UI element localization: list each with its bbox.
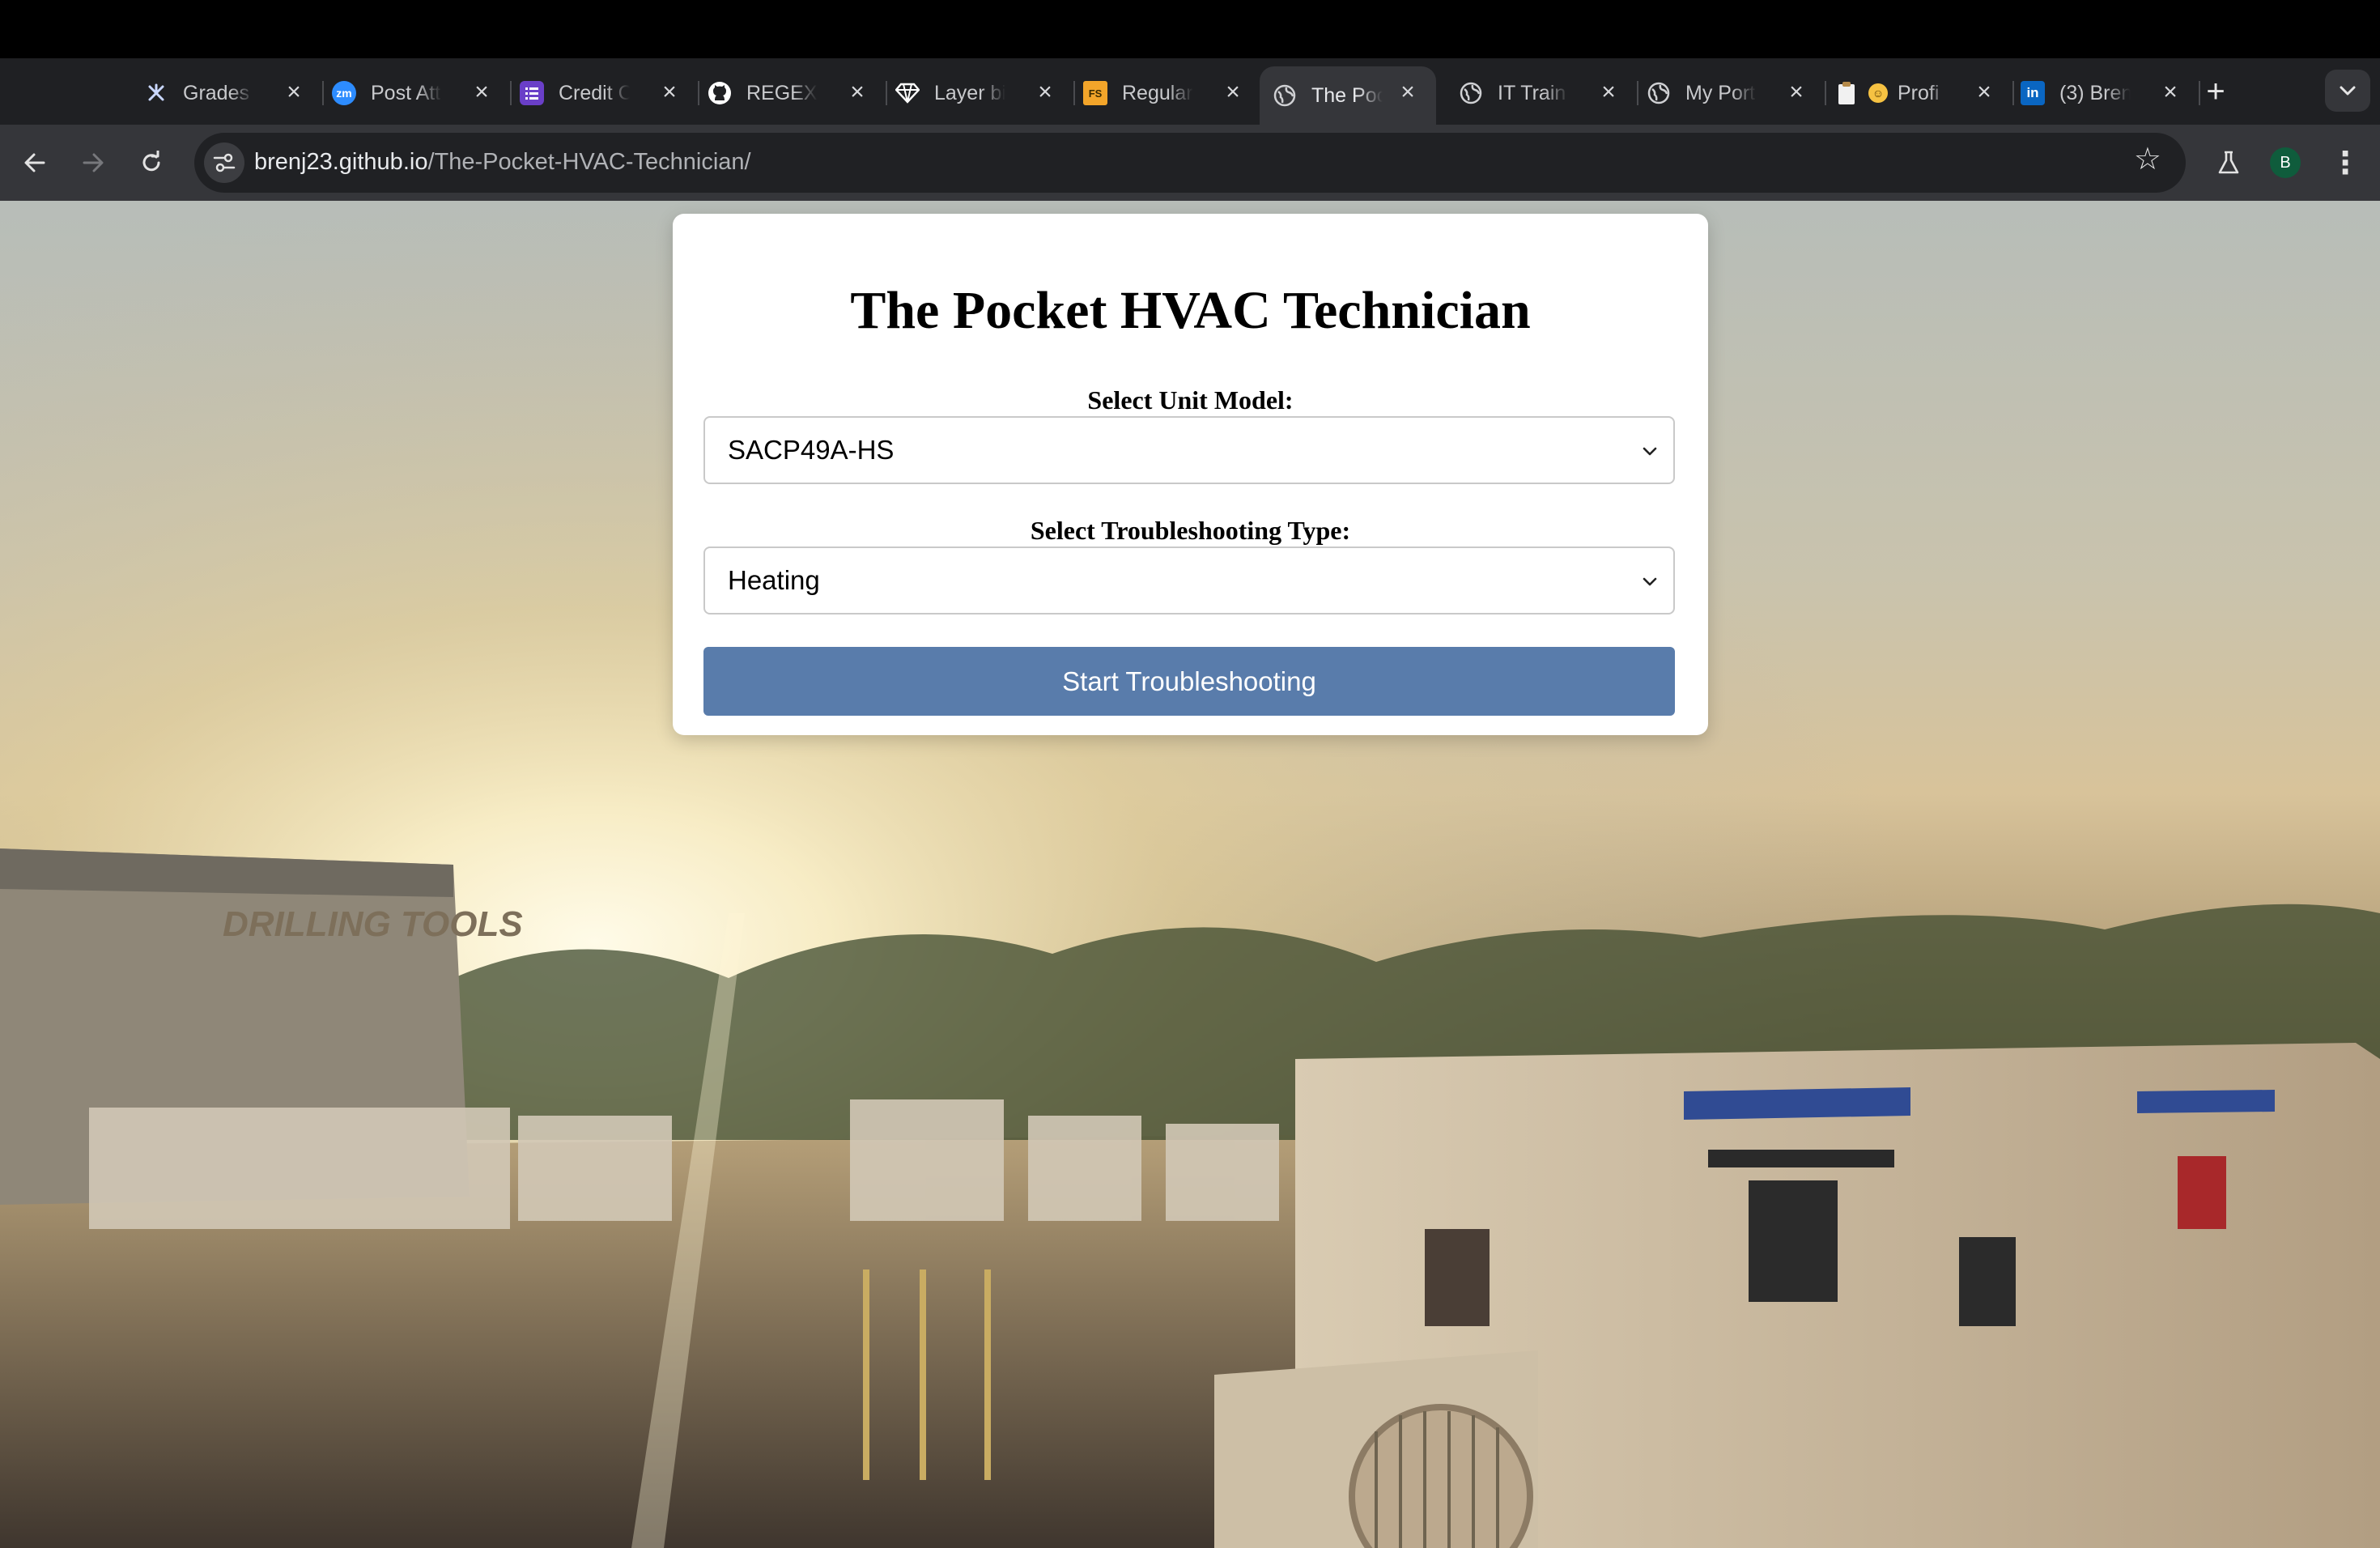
troubleshooting-type-label: Select Troubleshooting Type: <box>1030 516 1351 545</box>
unit-model-value: SACP49A-HS <box>728 435 895 465</box>
kebab-menu-icon[interactable]: ⋮ <box>2325 142 2365 183</box>
tab-title: Credit C <box>559 81 630 104</box>
close-icon[interactable]: × <box>280 79 308 106</box>
globe-icon <box>1647 81 1671 105</box>
tab-separator <box>510 81 512 105</box>
tab-regex[interactable]: REGEX.J × <box>706 66 887 120</box>
flask-icon <box>2218 151 2239 174</box>
close-icon[interactable]: × <box>1394 79 1422 106</box>
tab-title: My Port <box>1685 81 1756 104</box>
diamond-icon <box>895 81 920 105</box>
arrow-right-icon <box>83 153 104 172</box>
page-title: The Pocket HVAC Technician <box>850 281 1531 340</box>
profile-avatar[interactable]: B <box>2270 147 2301 178</box>
troubleshooter-card: The Pocket HVAC Technician Select Unit M… <box>673 214 1708 735</box>
tab-post-att[interactable]: zm Post Att × <box>330 66 512 120</box>
tab-regular[interactable]: FS Regular × <box>1082 66 1263 120</box>
tab-it-train[interactable]: IT Train × <box>1457 66 1638 120</box>
close-icon[interactable]: × <box>1031 79 1059 106</box>
tab-profi[interactable]: ☺ Profi × <box>1833 66 2014 120</box>
browser-toolbar: brenj23.github.io/The-Pocket-HVAC-Techni… <box>0 125 2380 201</box>
start-troubleshooting-button[interactable]: Start Troubleshooting <box>703 647 1675 716</box>
bookmark-star-icon[interactable]: ☆ <box>2134 144 2161 175</box>
tab-title: The Poc <box>1311 83 1383 107</box>
tab-title: Profi <box>1898 81 1940 104</box>
address-bar[interactable]: brenj23.github.io/The-Pocket-HVAC-Techni… <box>194 133 2186 193</box>
browser-tab-strip: Grades × zm Post Att × Credit C × REGEX.… <box>0 58 2380 125</box>
tab-separator <box>1825 81 1826 105</box>
tab-separator <box>1073 81 1075 105</box>
tab-separator <box>886 81 887 105</box>
zoom-icon: zm <box>332 81 356 105</box>
tab-title: IT Train <box>1498 81 1566 104</box>
close-icon[interactable]: × <box>468 79 495 106</box>
tab-title: Layer bi <box>934 81 1005 104</box>
new-tab-button[interactable]: + <box>2195 71 2236 112</box>
reload-button[interactable] <box>131 142 172 183</box>
chevron-down-icon <box>1638 436 1662 468</box>
github-icon <box>708 81 732 105</box>
chevron-down-icon <box>1638 566 1662 598</box>
arrow-left-icon <box>24 153 45 172</box>
list-icon <box>520 81 544 105</box>
screen-top-bar <box>0 0 2380 58</box>
forward-button[interactable] <box>73 142 113 183</box>
close-icon[interactable]: × <box>1783 79 1810 106</box>
tab-layer[interactable]: Layer bi × <box>894 66 1075 120</box>
tab-linkedin[interactable]: in (3) Bren × <box>2019 66 2200 120</box>
tab-separator <box>698 81 699 105</box>
canvas-icon <box>144 81 168 105</box>
tab-separator <box>1637 81 1638 105</box>
tab-title: Regular <box>1122 81 1193 104</box>
globe-icon <box>1273 83 1297 108</box>
tune-icon <box>213 153 236 172</box>
chevron-down-icon <box>2340 86 2356 96</box>
tab-my-port[interactable]: My Port × <box>1645 66 1826 120</box>
tab-separator <box>322 81 324 105</box>
unit-model-label: Select Unit Model: <box>1087 385 1294 415</box>
troubleshooting-type-select[interactable]: Heating <box>703 546 1675 615</box>
troubleshooting-type-value: Heating <box>728 565 820 595</box>
tab-separator <box>2012 81 2014 105</box>
clipboard-icon <box>1834 81 1859 105</box>
smiley-icon: ☺ <box>1868 83 1888 103</box>
tab-title: (3) Bren <box>2059 81 2131 104</box>
tab-grades[interactable]: Grades × <box>142 66 324 120</box>
labs-button[interactable] <box>2208 142 2249 183</box>
tab-search-button[interactable] <box>2325 70 2370 112</box>
close-icon[interactable]: × <box>1595 79 1622 106</box>
close-icon[interactable]: × <box>844 79 871 106</box>
tab-title: REGEX.J <box>746 81 818 104</box>
close-icon[interactable]: × <box>2157 79 2184 106</box>
reload-icon <box>142 151 160 172</box>
unit-model-select[interactable]: SACP49A-HS <box>703 416 1675 484</box>
site-info-button[interactable] <box>204 142 244 183</box>
globe-icon <box>1459 81 1483 105</box>
fs-icon: FS <box>1083 81 1107 105</box>
url-path: /The-Pocket-HVAC-Technician/ <box>427 149 751 175</box>
tab-credit[interactable]: Credit C × <box>518 66 699 120</box>
close-icon[interactable]: × <box>1970 79 1998 106</box>
url-text: brenj23.github.io/The-Pocket-HVAC-Techni… <box>254 149 751 176</box>
close-icon[interactable]: × <box>656 79 683 106</box>
back-button[interactable] <box>15 142 55 183</box>
tab-the-pocket-active[interactable]: The Poc × <box>1260 66 1436 125</box>
page-viewport: DRILLING TOOLS The Pocket HVAC Technicia… <box>0 201 2380 1548</box>
linkedin-icon: in <box>2021 81 2045 105</box>
tab-title: Grades <box>183 81 249 104</box>
background-sign-text: DRILLING TOOLS <box>223 904 523 944</box>
close-icon[interactable]: × <box>1219 79 1247 106</box>
tab-title: Post Att <box>371 81 441 104</box>
url-host: brenj23.github.io <box>254 149 428 175</box>
